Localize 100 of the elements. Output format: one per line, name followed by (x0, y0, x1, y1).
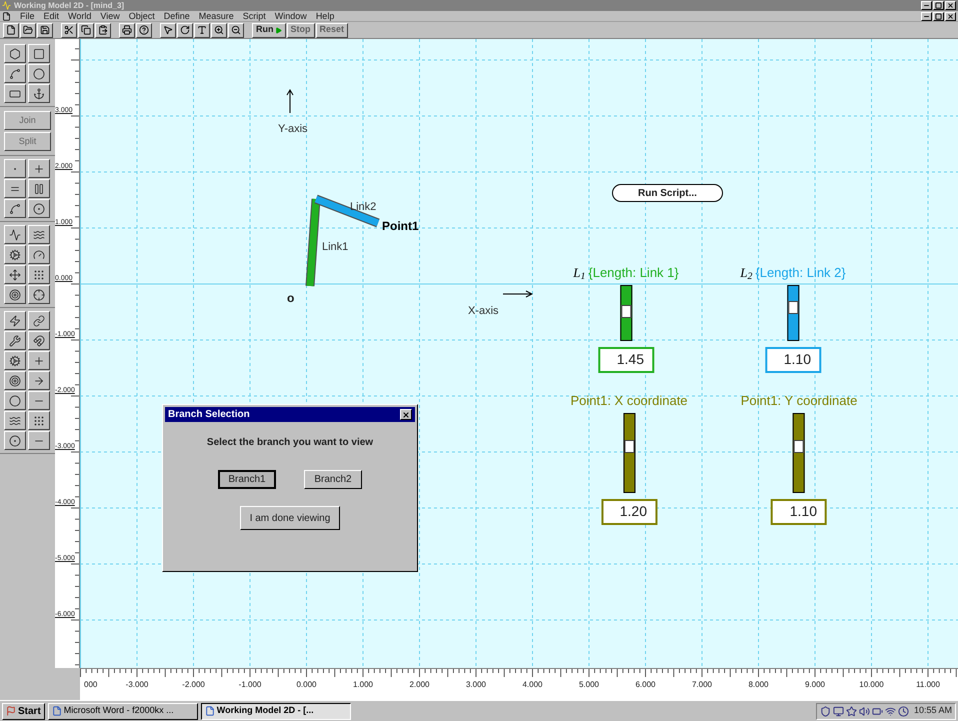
new-file-button[interactable] (3, 22, 19, 38)
save-button[interactable] (37, 22, 53, 38)
grip-tool-button[interactable] (28, 265, 50, 284)
text-tool-button[interactable] (194, 22, 210, 38)
monitor-icon[interactable] (832, 706, 844, 716)
maximize-button[interactable] (933, 1, 944, 10)
slider-thumb[interactable] (788, 300, 798, 314)
minimize-button[interactable] (921, 1, 932, 10)
move-tool-button[interactable] (4, 265, 26, 284)
cut-button[interactable] (61, 22, 77, 38)
slot-tool-button[interactable] (4, 84, 26, 103)
vertical-slot-tool-button[interactable] (28, 179, 50, 198)
menu-item[interactable]: Define (164, 12, 190, 20)
symbol-label: L$_{2}$ (740, 264, 752, 282)
arrow-tool-button[interactable] (28, 371, 50, 390)
run-script-button[interactable]: Run Script... (612, 184, 723, 202)
horizontal-slot-tool-button[interactable] (4, 179, 26, 198)
circle-tool-button[interactable] (4, 391, 26, 410)
menu-item[interactable]: World (68, 12, 92, 20)
slider-track[interactable] (620, 284, 632, 340)
crosshair-tool-button[interactable] (28, 285, 50, 304)
gauge-tool-button[interactable] (28, 245, 50, 264)
target-tool-button[interactable] (4, 371, 26, 390)
gear-tool-button[interactable] (4, 351, 26, 370)
point-tool-button[interactable] (4, 159, 26, 178)
right-arrow-icon (503, 290, 533, 298)
magnet-tool-button[interactable] (28, 331, 50, 350)
menu-item[interactable]: Script (242, 12, 266, 20)
menu-item[interactable]: Edit (44, 12, 60, 20)
toolbar-button[interactable]: Run (252, 22, 286, 38)
done-button[interactable]: I am done viewing (240, 506, 340, 530)
text-tool-icon (197, 25, 207, 35)
plus-tool-button[interactable] (28, 351, 50, 370)
up-arrow-icon (286, 89, 294, 113)
start-button[interactable]: Start (2, 702, 45, 720)
value-field[interactable]: 1.10 (771, 498, 827, 524)
rotate-button[interactable] (177, 22, 193, 38)
zoom-out-button[interactable] (228, 22, 244, 38)
clock-icon[interactable] (898, 706, 909, 716)
slider-thumb[interactable] (624, 440, 634, 454)
help-button[interactable] (136, 22, 152, 38)
link-tool-button[interactable] (28, 311, 50, 330)
menu-item[interactable]: Window (274, 12, 307, 20)
menu-item[interactable]: Object (128, 12, 155, 20)
wrench-tool-button[interactable] (4, 331, 26, 350)
ruler-label: -3.000 (126, 681, 148, 689)
curve-tool-button[interactable] (4, 64, 26, 83)
cross-tool-button[interactable] (28, 159, 50, 178)
value-field[interactable]: 1.10 (765, 346, 821, 372)
line-tool-button[interactable] (28, 391, 50, 410)
wave-tool-button[interactable] (4, 411, 26, 430)
slider-thumb[interactable] (794, 440, 804, 454)
speaker-icon[interactable] (858, 706, 870, 716)
slider-track[interactable] (787, 284, 799, 340)
slider-thumb[interactable] (621, 304, 631, 318)
menu-item[interactable]: Measure (198, 12, 234, 20)
copy-button[interactable] (78, 22, 94, 38)
grip-icon (33, 268, 45, 280)
gear-tool-button[interactable] (4, 245, 26, 264)
wifi-icon[interactable] (884, 706, 896, 716)
target-tool-button[interactable] (4, 285, 26, 304)
slider-track[interactable] (623, 412, 635, 492)
circle-tool-button[interactable] (28, 64, 50, 83)
rectangle-tool-button[interactable] (28, 44, 50, 63)
pin-tool-button[interactable] (28, 199, 50, 218)
close-button[interactable] (945, 1, 956, 10)
line-tool-button[interactable] (28, 431, 50, 450)
link-bar[interactable] (306, 198, 320, 286)
shield-icon[interactable] (820, 706, 831, 716)
ruler-label: -1.000 (238, 681, 262, 689)
menu-item[interactable]: Help (316, 12, 334, 20)
close-button[interactable] (400, 409, 412, 420)
maximize-button[interactable] (933, 12, 944, 20)
lightning-tool-button[interactable] (4, 311, 26, 330)
value-field[interactable]: 1.45 (598, 346, 654, 372)
menu-item[interactable]: File (20, 12, 35, 20)
value-field[interactable]: 1.20 (601, 498, 657, 524)
zigzag-tool-button[interactable] (4, 225, 26, 244)
taskbar-button[interactable]: Working Model 2D - [... (200, 702, 351, 720)
pointer-button[interactable] (160, 22, 176, 38)
branch-button[interactable]: Branch2 (304, 470, 362, 489)
menu-item[interactable]: View (100, 12, 120, 20)
branch-button[interactable]: Branch1 (218, 470, 276, 489)
star-icon[interactable] (846, 706, 857, 716)
minimize-button[interactable] (921, 12, 932, 20)
pin-tool-button[interactable] (4, 431, 26, 450)
paste-button[interactable] (95, 22, 111, 38)
battery-icon[interactable] (872, 706, 883, 716)
link-bar[interactable] (314, 194, 380, 228)
zoom-in-button[interactable] (211, 22, 227, 38)
polygon-tool-button[interactable] (4, 44, 26, 63)
anchor-tool-button[interactable] (28, 84, 50, 103)
print-button[interactable] (119, 22, 135, 38)
slider-track[interactable] (793, 412, 805, 492)
close-button[interactable] (945, 12, 956, 20)
curved-slot-tool-button[interactable] (4, 199, 26, 218)
grip-tool-button[interactable] (28, 411, 50, 430)
taskbar-button[interactable]: Microsoft Word - f2000kx ... (48, 702, 198, 720)
wave-tool-button[interactable] (28, 225, 50, 244)
folder-button[interactable] (20, 22, 36, 38)
